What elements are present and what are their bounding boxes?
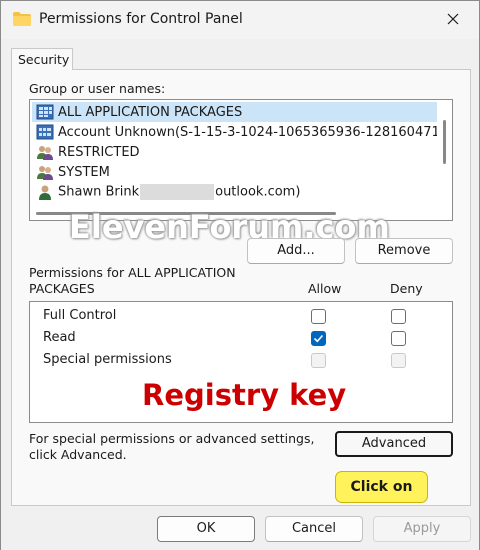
table-row: Full Control (30, 306, 452, 326)
registry-key-annotation: Registry key (142, 378, 347, 412)
add-button[interactable]: Add... (247, 238, 345, 264)
vertical-scrollbar[interactable] (443, 120, 446, 164)
user-name: RESTRICTED (58, 144, 140, 160)
allow-checkbox (311, 353, 326, 368)
advanced-hint-line1: For special permissions or advanced sett… (29, 431, 315, 446)
permissions-dialog: Permissions for Control Panel Security G… (0, 0, 480, 550)
list-item[interactable]: SYSTEM (32, 162, 437, 182)
window-title: Permissions for Control Panel (39, 11, 243, 27)
unknown-account-icon (36, 124, 54, 140)
list-item[interactable]: ALL APPLICATION PACKAGES (32, 102, 437, 122)
list-item[interactable]: Shawn Brink outlook.com) (32, 182, 437, 202)
deny-checkbox (391, 353, 406, 368)
close-button[interactable] (435, 5, 471, 33)
remove-button[interactable]: Remove (355, 238, 453, 264)
close-icon (447, 13, 459, 25)
permission-name: Read (43, 330, 76, 345)
list-item[interactable]: Account Unknown(S-1-15-3-1024-1065365936… (32, 122, 437, 142)
table-row: Special permissions (30, 350, 452, 370)
ok-button[interactable]: OK (157, 516, 255, 542)
list-item[interactable]: RESTRICTED (32, 142, 437, 162)
permission-name: Special permissions (43, 352, 172, 367)
title-bar: Permissions for Control Panel (1, 1, 479, 39)
allow-checkbox[interactable] (311, 331, 326, 346)
permissions-label-line1: Permissions for ALL APPLICATION (29, 265, 236, 280)
user-name: Account Unknown(S-1-15-3-1024-1065365936… (58, 124, 437, 140)
user-name: ALL APPLICATION PACKAGES (58, 104, 243, 120)
allow-checkbox[interactable] (311, 309, 326, 324)
cancel-button[interactable]: Cancel (265, 516, 363, 542)
advanced-hint-line2: click Advanced. (29, 447, 127, 462)
tab-security[interactable]: Security (11, 48, 73, 70)
click-on-callout: Click on (335, 471, 428, 503)
users-group-icon (37, 166, 53, 180)
table-row: Read (30, 328, 452, 348)
apply-button[interactable]: Apply (373, 516, 471, 542)
redacted-email (140, 184, 215, 200)
user-name: SYSTEM (58, 164, 110, 180)
checkmark-icon (313, 334, 324, 343)
permission-name: Full Control (43, 308, 117, 323)
permissions-label-line2: PACKAGES (29, 281, 95, 296)
user-list[interactable]: ALL APPLICATION PACKAGES Account Unknown… (29, 99, 453, 221)
users-group-icon (37, 146, 53, 160)
user-icon (39, 185, 51, 200)
deny-column-header: Deny (390, 281, 423, 296)
user-name-suffix: outlook.com) (215, 184, 301, 200)
app-packages-icon (36, 104, 54, 120)
user-name-prefix: Shawn Brink (58, 184, 140, 200)
permissions-list: Full Control Read Special permissions Re… (29, 301, 453, 423)
group-names-label: Group or user names: (29, 81, 166, 96)
deny-checkbox[interactable] (391, 309, 406, 324)
allow-column-header: Allow (308, 281, 342, 296)
user-name: Shawn Brink outlook.com) (58, 184, 300, 200)
folder-icon (13, 12, 31, 26)
deny-checkbox[interactable] (391, 331, 406, 346)
advanced-button[interactable]: Advanced (335, 431, 453, 457)
